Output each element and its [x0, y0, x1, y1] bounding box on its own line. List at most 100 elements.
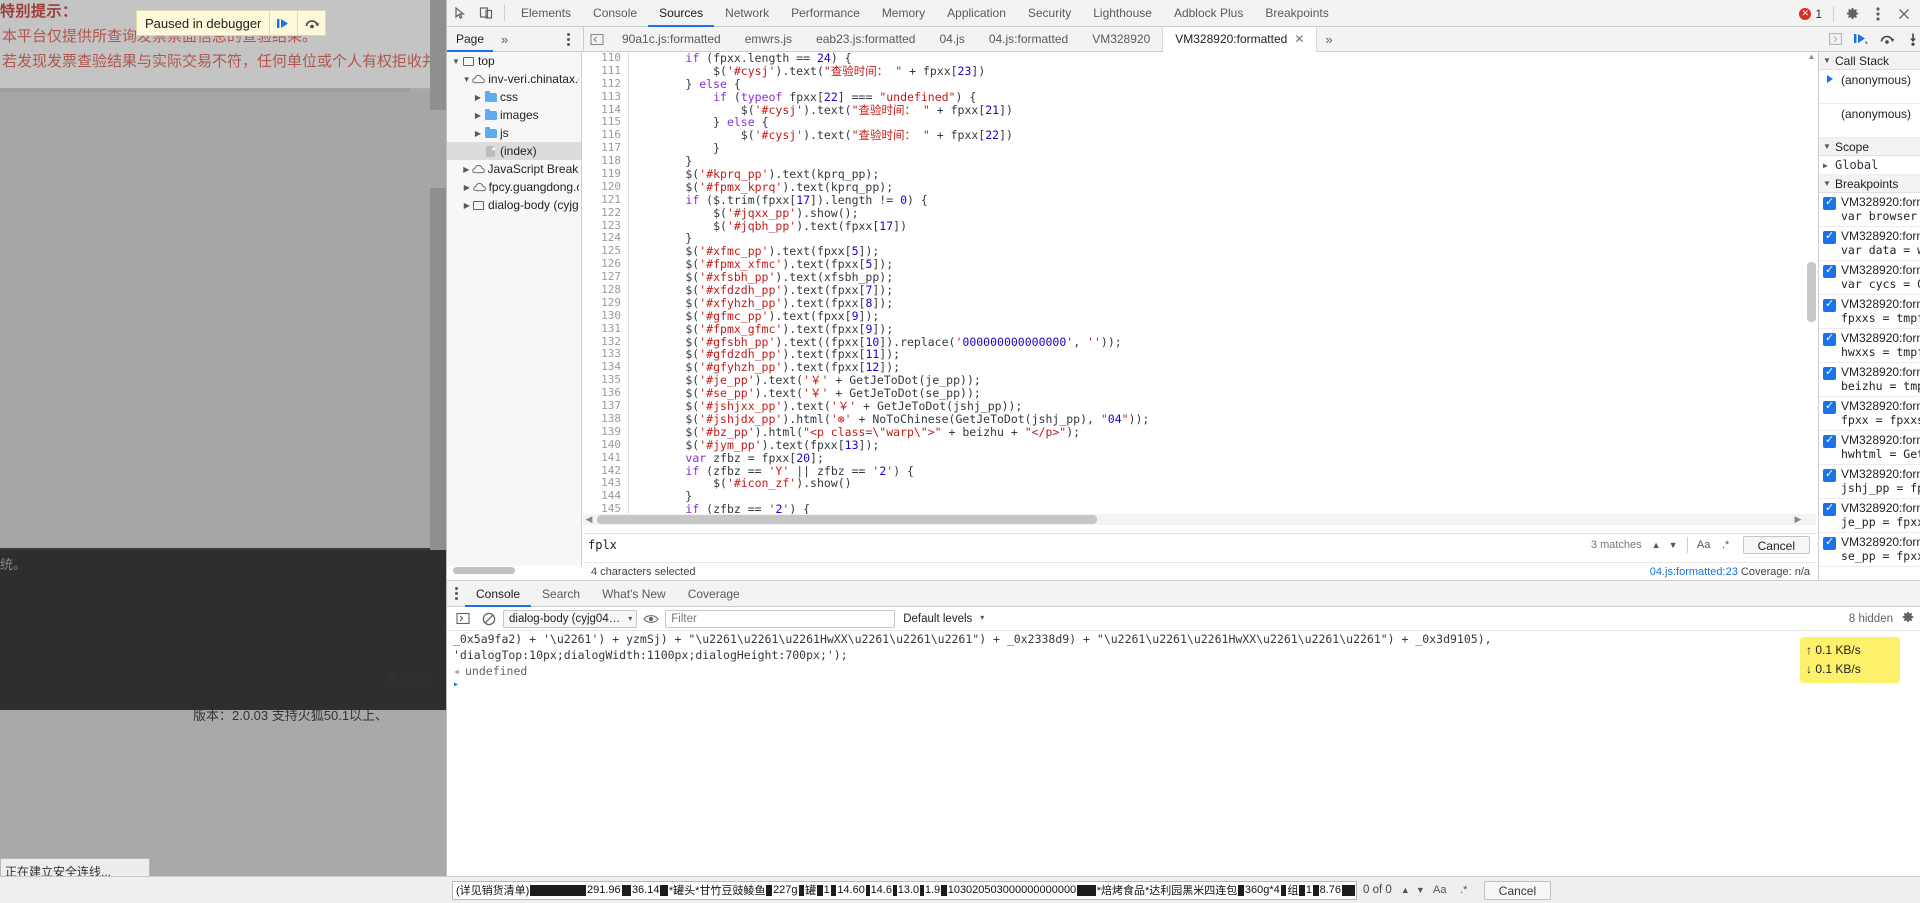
- line-number[interactable]: 139: [583, 426, 628, 439]
- step-into-icon[interactable]: [1900, 27, 1920, 51]
- code-line[interactable]: $('#xfdzdh_pp').text(fpxx[7]);: [630, 284, 1816, 297]
- breakpoint-checkbox[interactable]: [1823, 197, 1836, 210]
- code-line[interactable]: $('#fpmx_gfmc').text(fpxx[9]);: [630, 323, 1816, 336]
- find-previous-icon[interactable]: ▲: [1398, 885, 1413, 895]
- tree-item-js[interactable]: ▶js: [447, 124, 581, 142]
- execution-context-icon[interactable]: [451, 608, 475, 630]
- page-scrollbar-upper[interactable]: [430, 0, 446, 110]
- call-stack-frame[interactable]: (anonymous)VM328920:formatted:1: [1819, 70, 1920, 104]
- find-match-case-button[interactable]: Aa: [1428, 884, 1452, 896]
- breakpoint-item[interactable]: VM328920:formatted:2var browser = sessio…: [1819, 193, 1920, 227]
- device-toolbar-icon[interactable]: [473, 0, 499, 26]
- line-number[interactable]: 138: [583, 413, 628, 426]
- line-number[interactable]: 141: [583, 452, 628, 465]
- tab-network[interactable]: Network: [714, 0, 780, 27]
- breakpoint-item[interactable]: VM328920:formatted:11var cycs = 0;: [1819, 261, 1920, 295]
- tree-item-dialog-body-cyjg-[interactable]: ▶dialog-body (cyjg(: [447, 196, 581, 214]
- navigator-more-options-icon[interactable]: [560, 31, 576, 48]
- breakpoint-checkbox[interactable]: [1823, 333, 1836, 346]
- source-location-link[interactable]: 04.js:formatted:23: [1650, 566, 1738, 578]
- breakpoint-checkbox[interactable]: [1823, 265, 1836, 278]
- drawer-tab-console[interactable]: Console: [465, 581, 531, 607]
- tab-console[interactable]: Console: [582, 0, 648, 27]
- tree-twisty[interactable]: ▼: [450, 57, 462, 66]
- close-icon[interactable]: [1891, 1, 1917, 27]
- tree-twisty[interactable]: ▶: [461, 183, 473, 192]
- code-line[interactable]: $('#bz_pp').html("<p class=\"warp\">" + …: [630, 426, 1816, 439]
- chevron-up-icon[interactable]: ▲: [1648, 535, 1665, 555]
- hscroll-thumb[interactable]: [597, 515, 1097, 524]
- tree-twisty[interactable]: ▶: [461, 165, 472, 174]
- drawer-more-options-icon[interactable]: [447, 587, 465, 600]
- find-cancel-button[interactable]: Cancel: [1484, 881, 1551, 900]
- code-line[interactable]: $('#jqbh_pp').text(fpxx[17]): [630, 220, 1816, 233]
- call-stack-list[interactable]: (anonymous)VM328920:formatted:1(anonymou…: [1819, 70, 1920, 138]
- tab-breakpoints[interactable]: Breakpoints: [1254, 0, 1339, 27]
- breakpoint-checkbox[interactable]: [1823, 435, 1836, 448]
- tree-twisty[interactable]: ▶: [472, 93, 484, 102]
- code-line[interactable]: $('#icon_zf').show(): [630, 477, 1816, 490]
- navigator-tab-page[interactable]: Page: [447, 27, 493, 52]
- resume-script-icon[interactable]: [1848, 27, 1874, 51]
- line-number[interactable]: 129: [583, 297, 628, 310]
- console-filter-input[interactable]: [665, 610, 895, 628]
- call-stack-twisty[interactable]: ▼: [1823, 56, 1835, 65]
- breakpoint-checkbox[interactable]: [1823, 503, 1836, 516]
- find-regex-button[interactable]: .*: [1452, 884, 1476, 896]
- tree-item-inv-veri-chinatax-g[interactable]: ▼inv-veri.chinatax.g: [447, 70, 581, 88]
- scope-row-twisty[interactable]: ▶: [1823, 161, 1835, 170]
- inspect-element-icon[interactable]: [447, 0, 473, 26]
- line-number[interactable]: 131: [583, 323, 628, 336]
- editor-tab-04-js-formatted[interactable]: 04.js:formatted: [977, 27, 1080, 52]
- breakpoints-twisty[interactable]: ▼: [1823, 179, 1835, 188]
- tab-application[interactable]: Application: [936, 0, 1017, 27]
- console-levels-selector[interactable]: Default levels: [897, 613, 988, 625]
- tab-lighthouse[interactable]: Lighthouse: [1082, 0, 1163, 27]
- page-scrollbar-lower[interactable]: [430, 188, 446, 550]
- find-text-field[interactable]: (详见销货清单)291.9636.14*罐头*甘竹豆豉鲮鱼227g罐114.60…: [452, 881, 1357, 900]
- line-number[interactable]: 113: [583, 91, 628, 104]
- breakpoints-list[interactable]: VM328920:formatted:2var browser = sessio…: [1819, 193, 1920, 567]
- breakpoints-section-header[interactable]: ▼ Breakpoints: [1819, 175, 1920, 193]
- call-stack-section-header[interactable]: ▼ Call Stack: [1819, 52, 1920, 70]
- editor-tabs-more-icon[interactable]: »: [1317, 32, 1340, 47]
- drawer-tab-coverage[interactable]: Coverage: [677, 581, 751, 607]
- step-over-icon[interactable]: [297, 11, 325, 35]
- code-line[interactable]: $('#cysj').text("查验时间： " + fpxx[21]): [630, 104, 1816, 117]
- breakpoint-checkbox[interactable]: [1823, 401, 1836, 414]
- scroll-left-icon[interactable]: ◀: [583, 514, 595, 525]
- line-number[interactable]: 119: [583, 168, 628, 181]
- navigator-file-tree[interactable]: ▼top▼inv-veri.chinatax.g▶css▶images▶js(i…: [447, 52, 582, 566]
- match-case-button[interactable]: Aa: [1693, 535, 1715, 555]
- breakpoint-item[interactable]: VM328920:formatted:50hwxxs = tmpfpxx[1];: [1819, 329, 1920, 363]
- execution-context-selector[interactable]: dialog-body (cyjg04…: [503, 610, 637, 628]
- find-next-icon[interactable]: ▼: [1413, 885, 1428, 895]
- breakpoint-item[interactable]: VM328920:formatted:56se_pp = fpxx[14];: [1819, 533, 1920, 567]
- drawer-tab-search[interactable]: Search: [531, 581, 591, 607]
- error-count-badge[interactable]: ✕ 1: [1799, 7, 1828, 21]
- tree-twisty[interactable]: ▶: [472, 111, 484, 120]
- line-number[interactable]: 121: [583, 194, 628, 207]
- breakpoint-item[interactable]: VM328920:formatted:49fpxxs = tmpfpxx[0];: [1819, 295, 1920, 329]
- tab-adblock-plus[interactable]: Adblock Plus: [1163, 0, 1254, 27]
- scope-twisty[interactable]: ▼: [1823, 142, 1835, 151]
- call-stack-frame[interactable]: (anonymous)04.js:formatted:1: [1819, 104, 1920, 138]
- breakpoint-item[interactable]: VM328920:formatted:53hwhtml = GetHwxxHtm…: [1819, 431, 1920, 465]
- eye-icon[interactable]: [639, 608, 663, 630]
- code-line[interactable]: $('#cysj').text("查验时间： " + fpxx[23]): [630, 65, 1816, 78]
- tree-twisty[interactable]: ▶: [472, 129, 484, 138]
- editor-horizontal-scrollbar[interactable]: ◀ ▶: [583, 514, 1816, 525]
- tree-twisty[interactable]: ▶: [461, 201, 473, 210]
- gear-icon[interactable]: [1839, 1, 1865, 27]
- toggle-navigator-icon[interactable]: [584, 27, 610, 52]
- editor-tab-vm328920-formatted[interactable]: VM328920:formatted✕: [1162, 27, 1317, 52]
- source-code-editor[interactable]: 1101111121131141151161171181191201211221…: [583, 52, 1816, 520]
- tree-item-top[interactable]: ▼top: [447, 52, 581, 70]
- tree-item-javascript-breakpo[interactable]: ▶JavaScript Breakpo: [447, 160, 581, 178]
- code-line[interactable]: $('#xfyhzh_pp').text(fpxx[8]);: [630, 297, 1816, 310]
- editor-code-area[interactable]: if (fpxx.length == 24) { $('#cysj').text…: [630, 52, 1816, 520]
- line-number[interactable]: 137: [583, 400, 628, 413]
- breakpoint-item[interactable]: VM328920:formatted:52fpxx = fpxxs.split(…: [1819, 397, 1920, 431]
- line-number[interactable]: 140: [583, 439, 628, 452]
- regex-button[interactable]: .*: [1715, 535, 1737, 555]
